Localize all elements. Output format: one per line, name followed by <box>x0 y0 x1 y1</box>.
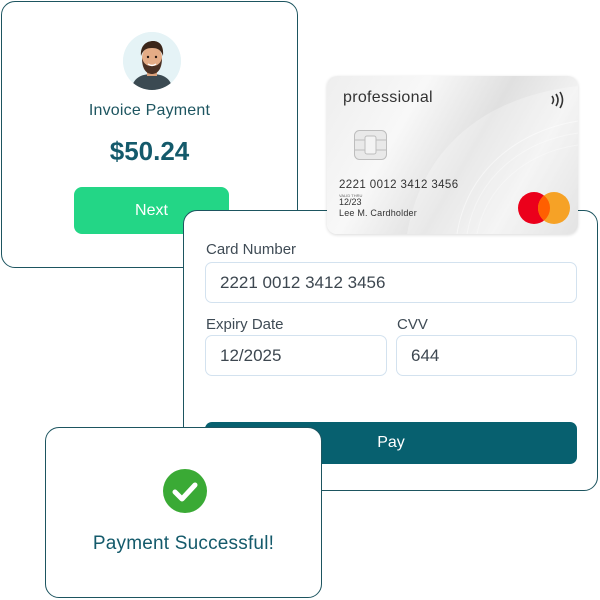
card-number-field[interactable] <box>205 262 577 303</box>
chip-icon <box>354 130 387 160</box>
card-expiry-display: 12/23 <box>339 197 362 207</box>
credit-card: professional 2221 0012 3412 3456 VALID T… <box>327 76 578 234</box>
cvv-label: CVV <box>397 316 428 333</box>
person-avatar-icon <box>123 32 181 90</box>
check-circle-icon <box>163 469 207 513</box>
avatar <box>123 32 181 90</box>
expiry-date-label: Expiry Date <box>206 316 284 333</box>
payment-flow-illustration: Invoice Payment $50.24 Next Card Number … <box>0 0 600 600</box>
card-brand: professional <box>343 89 433 106</box>
cardholder-name: Lee M. Cardholder <box>339 208 417 218</box>
card-number-display: 2221 0012 3412 3456 <box>339 179 459 191</box>
success-message: Payment Successful! <box>92 533 275 554</box>
expiry-date-field[interactable] <box>205 335 387 376</box>
invoice-amount: $50.24 <box>109 136 190 166</box>
contactless-icon <box>551 91 564 109</box>
mastercard-logo-icon <box>518 192 570 224</box>
invoice-title: Invoice Payment <box>88 102 211 119</box>
success-card: Payment Successful! <box>45 427 322 598</box>
card-number-label: Card Number <box>206 241 297 258</box>
cvv-field[interactable] <box>396 335 577 376</box>
